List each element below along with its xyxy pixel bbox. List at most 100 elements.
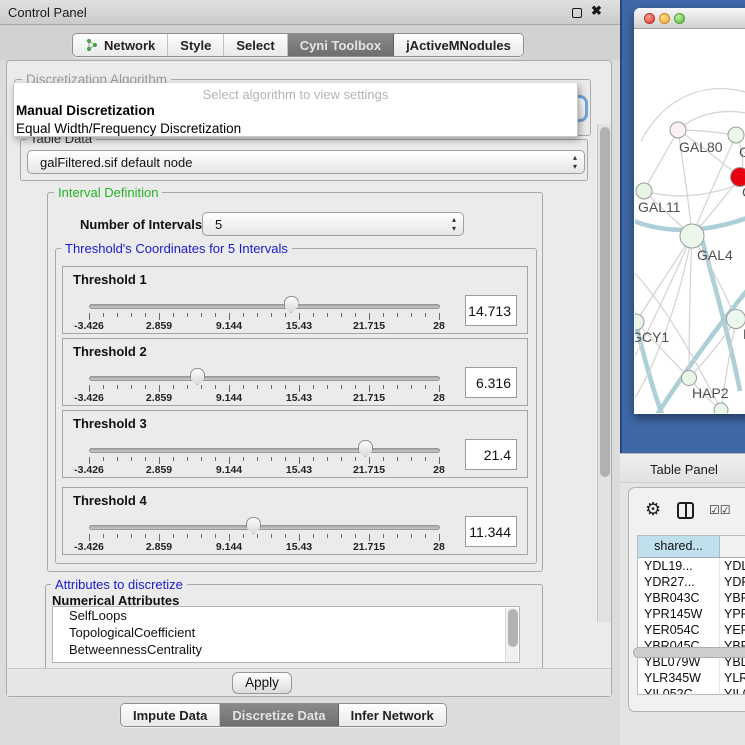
table-data-combo[interactable]: galFiltered.sif default node ▴▾ xyxy=(27,150,585,174)
threshold-3-slider-track[interactable] xyxy=(89,448,440,453)
minimize-traffic-light-icon[interactable] xyxy=(659,13,670,24)
threshold-3-panel: Threshold 3 -3.4262.8599.14415.4321.7152… xyxy=(62,410,528,478)
algorithm-option-manual[interactable]: Manual Discretization xyxy=(14,102,577,120)
slider-scale-labels: -3.4262.8599.14415.4321.71528 xyxy=(89,320,440,332)
threshold-3-slider-thumb[interactable] xyxy=(358,440,373,457)
network-node[interactable] xyxy=(635,314,644,330)
table-row[interactable]: YER054CYER0 xyxy=(638,622,745,638)
threshold-4-slider-track[interactable] xyxy=(89,525,440,530)
control-panel-titlebar: Control Panel ✖ xyxy=(0,0,620,25)
network-node[interactable] xyxy=(636,183,652,199)
screenshot-root: Control Panel ✖ Network Style Select Cyn… xyxy=(0,0,745,745)
network-node[interactable] xyxy=(670,122,686,138)
node-table[interactable]: shared... n YDL19...YDL1YDR27...YDR2YBR0… xyxy=(637,535,745,695)
tab-impute-data[interactable]: Impute Data xyxy=(121,704,220,726)
table-row[interactable]: YDR27...YDR2 xyxy=(638,574,745,590)
table-row[interactable]: YIL052CYIL0 xyxy=(638,686,745,695)
network-node[interactable] xyxy=(714,403,728,413)
network-edge[interactable] xyxy=(636,236,692,322)
threshold-1-slider-thumb[interactable] xyxy=(284,296,299,313)
network-node[interactable] xyxy=(680,224,704,248)
network-window[interactable]: GAL80GCGAL11GAL4GCY1HHAP2 xyxy=(634,8,745,414)
algorithm-option-equal-width[interactable]: Equal Width/Frequency Discretization xyxy=(14,120,577,138)
table-row[interactable]: YLR345WYLR3 xyxy=(638,670,745,686)
tab-infer-network[interactable]: Infer Network xyxy=(339,704,446,726)
threshold-2-panel: Threshold 2 -3.4262.8599.14415.4321.7152… xyxy=(62,338,528,406)
network-edge[interactable] xyxy=(644,130,678,191)
split-columns-icon[interactable] xyxy=(677,502,694,519)
close-icon[interactable]: ✖ xyxy=(591,3,602,19)
tab-select[interactable]: Select xyxy=(224,34,287,56)
attributes-group-title: Attributes to discretize xyxy=(51,577,187,592)
algorithm-dropdown-popup: Select algorithm to view settings Manual… xyxy=(13,83,578,137)
table-panel-card: ⚙ ☑☑ shared... n YDL19...YDL1YDR27...YDR… xyxy=(628,487,745,712)
tab-style[interactable]: Style xyxy=(168,34,224,56)
apply-strip: Apply xyxy=(7,668,611,696)
top-tab-group: Network Style Select Cyni Toolbox jActiv… xyxy=(72,33,524,57)
column-header-name[interactable]: n xyxy=(720,536,745,557)
network-window-titlebar[interactable] xyxy=(634,8,745,29)
threshold-2-value-input[interactable] xyxy=(465,367,517,398)
slider-scale-labels: -3.4262.8599.14415.4321.71528 xyxy=(89,541,440,553)
tab-jactivemnodules[interactable]: jActiveMNodules xyxy=(394,34,523,56)
network-edge[interactable] xyxy=(689,236,692,378)
list-scrollbar[interactable] xyxy=(505,608,518,663)
numerical-attributes-list[interactable]: SelfLoopsTopologicalCoefficientBetweenne… xyxy=(52,606,520,663)
network-node[interactable] xyxy=(682,371,697,386)
table-row[interactable]: YDL19...YDL1 xyxy=(638,558,745,574)
float-window-icon[interactable] xyxy=(572,8,582,18)
threshold-4-value-input[interactable] xyxy=(465,516,517,547)
number-of-intervals-combo[interactable]: 5 ▴▾ xyxy=(202,212,464,236)
threshold-1-slider-track[interactable] xyxy=(89,304,440,309)
apply-button[interactable]: Apply xyxy=(232,672,292,694)
slider-scale-labels: -3.4262.8599.14415.4321.71528 xyxy=(89,464,440,476)
combo-spinner-icon: ▴▾ xyxy=(452,215,456,233)
tab-network[interactable]: Network xyxy=(73,34,168,56)
table-panel-region: Table Panel ⚙ ☑☑ shared... n YDL19...YDL… xyxy=(620,453,745,745)
threshold-2-slider-thumb[interactable] xyxy=(190,368,205,385)
threshold-4-slider-thumb[interactable] xyxy=(246,517,261,534)
network-node-label: HAP2 xyxy=(692,385,729,401)
close-traffic-light-icon[interactable] xyxy=(644,13,655,24)
list-item[interactable]: SelfLoops xyxy=(53,607,519,624)
network-node-label: GAL11 xyxy=(638,199,681,215)
panel-title: Control Panel xyxy=(8,5,87,20)
threshold-2-slider-track[interactable] xyxy=(89,376,440,381)
column-header-shared[interactable]: shared... xyxy=(638,536,720,557)
number-of-intervals-label: Number of Intervals xyxy=(80,217,202,232)
tab-discretize-data[interactable]: Discretize Data xyxy=(220,704,338,726)
list-item[interactable]: TopologicalCoefficient xyxy=(53,624,519,641)
network-node-label: GAL4 xyxy=(697,247,733,263)
tab-network-label: Network xyxy=(104,38,155,53)
table-row[interactable]: YPR145WYPR1 xyxy=(638,606,745,622)
table-row[interactable]: YBR043CYBR0 xyxy=(638,590,745,606)
network-node[interactable] xyxy=(728,127,744,143)
network-edge[interactable] xyxy=(678,130,736,135)
threshold-1-value-input[interactable] xyxy=(465,295,517,326)
network-node-label: G xyxy=(739,144,745,160)
tab-cyni-toolbox[interactable]: Cyni Toolbox xyxy=(288,34,394,56)
threshold-4-panel: Threshold 4 -3.4262.8599.14415.4321.7152… xyxy=(62,487,528,555)
network-edge[interactable] xyxy=(644,177,745,196)
network-canvas[interactable]: GAL80GCGAL11GAL4GCY1HHAP2 xyxy=(635,29,745,413)
network-node-label: GCY1 xyxy=(635,329,669,345)
zoom-traffic-light-icon[interactable] xyxy=(674,13,685,24)
list-item[interactable]: BetweennessCentrality xyxy=(53,641,519,658)
network-icon xyxy=(85,38,99,52)
panel-scrollbar[interactable] xyxy=(597,124,611,622)
thresholds-group-title: Threshold's Coordinates for 5 Intervals xyxy=(61,241,292,256)
gear-icon[interactable]: ⚙ xyxy=(645,499,661,520)
top-tab-strip: Network Style Select Cyni Toolbox jActiv… xyxy=(0,25,620,60)
table-panel-title: Table Panel xyxy=(650,462,718,477)
threshold-1-panel: Threshold 1 -3.4262.8599.14415.4321.7152… xyxy=(62,266,528,334)
network-graph: GAL80GCGAL11GAL4GCY1HHAP2 xyxy=(635,29,745,413)
algorithm-hint: Select algorithm to view settings xyxy=(14,83,577,102)
threshold-3-value-input[interactable] xyxy=(465,439,517,470)
table-header-row: shared... n xyxy=(638,536,745,558)
slider-scale-labels: -3.4262.8599.14415.4321.71528 xyxy=(89,392,440,404)
horizontal-scrollbar[interactable] xyxy=(633,647,745,658)
table-body: YDL19...YDL1YDR27...YDR2YBR043CYBR0YPR14… xyxy=(638,558,745,695)
combo-spinner-icon: ▴▾ xyxy=(573,153,577,171)
desktop-background: GAL80GCGAL11GAL4GCY1HHAP2 xyxy=(620,0,745,453)
checkbox-icons[interactable]: ☑☑ xyxy=(709,503,731,517)
